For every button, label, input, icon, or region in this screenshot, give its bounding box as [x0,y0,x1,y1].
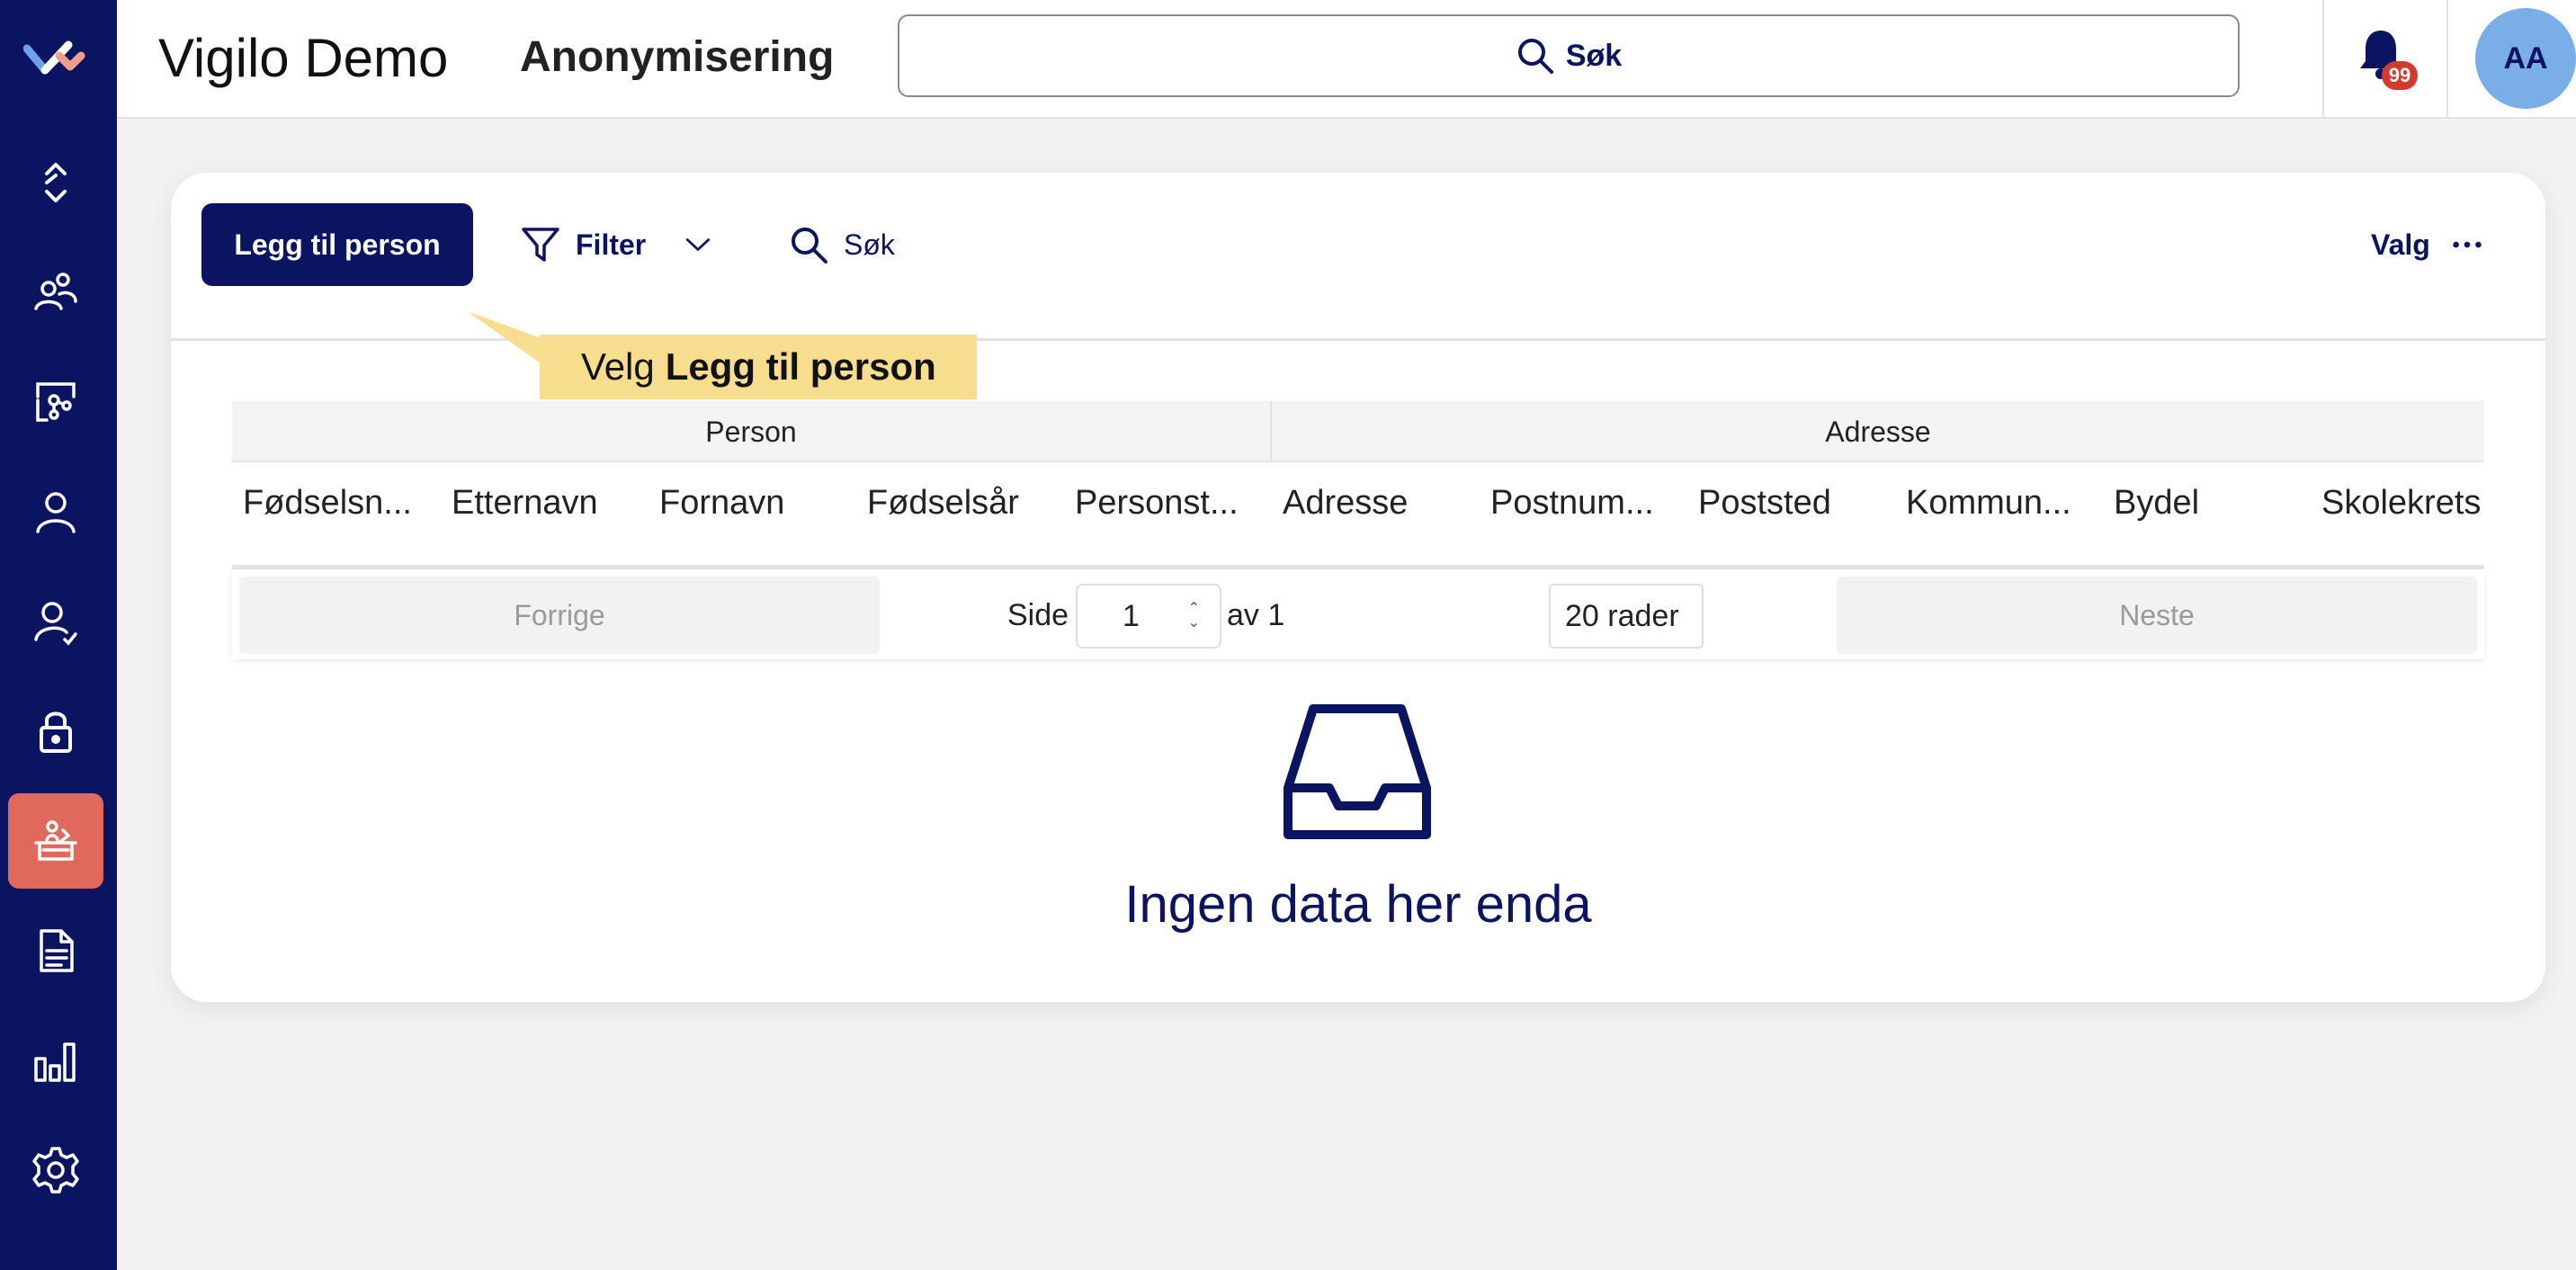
group-person: Person [705,415,797,448]
app-title: Vigilo Demo [158,28,449,88]
tooltip-target: Legg til person [665,345,936,388]
guide-tooltip: Velg Legg til person [540,335,977,399]
notifications-button[interactable]: 99 [2355,27,2418,95]
document-icon [40,929,74,972]
sidebar-item-documents[interactable] [8,903,103,998]
column-group-header: Person Adresse [232,401,2484,462]
column-header-birth-year[interactable]: Fødselsår [867,462,1056,543]
person-icon [36,492,76,533]
sidebar-item-security[interactable] [8,684,103,779]
sidebar [0,0,117,1270]
search-icon [792,228,827,264]
group-address: Adresse [1825,415,1931,448]
column-header-school-district[interactable]: Skolekrets [2321,462,2484,543]
chevron-down-icon [686,238,711,251]
lock-icon [40,711,72,753]
page-count-label: av 1 [1227,598,1285,632]
page-number-value: 1 [1123,598,1140,633]
empty-state-message: Ingen data her enda [1124,875,1592,934]
anonymize-icon [34,820,77,861]
vigilo-logo[interactable] [23,36,86,81]
pagination: Forrige Side 1 ⌃ ⌄ av 1 20 rader Neste [232,569,2484,659]
sidebar-item-settings[interactable] [8,1122,103,1218]
sidebar-item-network[interactable] [8,354,103,450]
options-label: Valg [2371,228,2430,261]
options-button[interactable]: Valg [2371,218,2484,272]
global-search-input[interactable]: Søk [898,14,2240,97]
page-number-input[interactable]: 1 ⌃ ⌄ [1076,584,1221,648]
sidebar-item-expand[interactable] [8,135,103,230]
tooltip-pointer [468,311,545,389]
sidebar-item-people[interactable] [8,245,103,340]
people-icon [34,273,77,310]
search-icon [1517,39,1553,74]
header-divider [2446,0,2448,119]
filter-icon [522,228,559,262]
filter-label: Filter [576,228,647,261]
network-search-icon [36,382,76,422]
next-page-button[interactable]: Neste [1837,577,2477,654]
column-header-municipality[interactable]: Kommun... [1906,462,2095,543]
column-header-postal-code[interactable]: Postnum... [1490,462,1679,543]
search-label: Søk [1565,38,1623,73]
previous-page-button[interactable]: Forrige [239,577,880,654]
sidebar-item-reports[interactable] [8,1013,103,1108]
sidebar-item-anonymize[interactable] [8,793,103,889]
inbox-icon [1284,704,1431,839]
page-title: Anonymisering [520,33,835,81]
top-header: Vigilo Demo Anonymisering Søk 99 AA [117,0,2576,119]
rows-per-page-select[interactable]: 20 rader [1549,584,1704,648]
table-search-button[interactable]: Søk [788,218,895,272]
column-header-person-status[interactable]: Personst... [1075,462,1264,543]
more-horizontal-icon [2453,241,2482,248]
header-divider [2322,0,2324,119]
page-label: Side [1007,598,1069,632]
add-person-button[interactable]: Legg til person [201,203,473,286]
person-check-icon [34,602,77,646]
bar-chart-icon [34,1042,76,1082]
column-header-district[interactable]: Bydel [2114,462,2303,543]
avatar[interactable]: AA [2475,8,2576,109]
notification-badge: 99 [2382,61,2418,90]
column-header-national-id[interactable]: Fødselsn... [243,462,423,543]
column-header-row: Fødselsn... Etternavn Fornavn Fødselsår … [232,462,2484,543]
column-header-postal-place[interactable]: Poststed [1698,462,1887,543]
tooltip-prefix: Velg [581,345,655,388]
filter-button[interactable]: Filter [520,218,714,272]
gear-icon [32,1147,79,1194]
sidebar-item-person[interactable] [8,464,103,559]
main-card: Legg til person Filter Søk Valg Velg Leg… [171,173,2545,1002]
spinner-arrows-icon[interactable]: ⌃ ⌄ [1188,602,1200,631]
column-header-first-name[interactable]: Fornavn [659,462,848,543]
table-search-label: Søk [844,228,895,261]
column-header-address[interactable]: Adresse [1283,462,1471,543]
sidebar-item-person-check[interactable] [8,574,103,669]
expand-collapse-icon [45,163,67,202]
column-header-last-name[interactable]: Etternavn [452,462,640,543]
